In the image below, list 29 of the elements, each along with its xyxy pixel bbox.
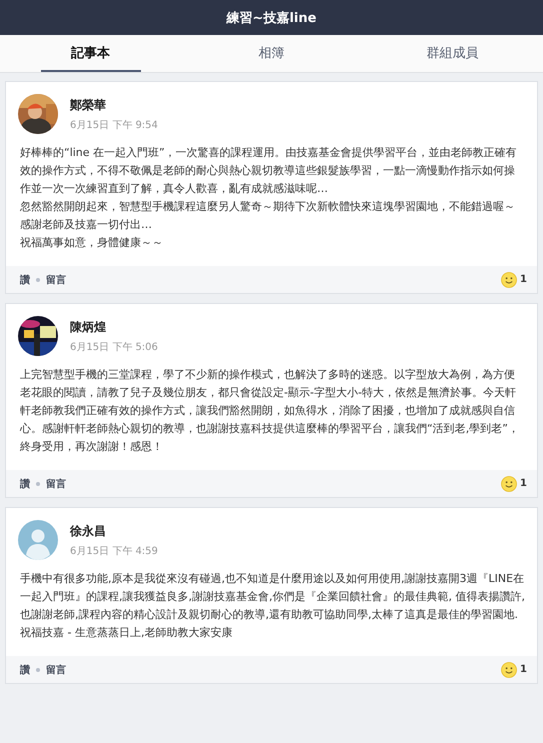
tab[interactable]: 相簿	[222, 35, 322, 72]
comment-link[interactable]: 留言	[46, 662, 66, 676]
post-time: 6月15日 下午 9:54	[70, 119, 158, 132]
avatar-icon	[18, 520, 58, 560]
post-text: 祝福萬事如意，身體健康～～	[20, 235, 164, 251]
reaction-count: 1	[520, 664, 527, 675]
post-time: 6月15日 下午 4:59	[70, 545, 158, 558]
tab[interactable]: 記事本	[40, 35, 140, 72]
post-text: 手機中有很多功能,原本是我從來沒有碰過,也不知道是什麼用途以及如何用使用,謝謝技嘉開3週『LINE在一起入門班』的課程,讓我獲益良多,謝謝技嘉基金會,你們是『企業回饋社會』的最佳典範, 值得表揚讚許,也謝謝老師,課程內容的精心設計及親切耐心的教導,還有助教可協助同學,太棒了這真是最佳的學習園地. 祝福技嘉 - 生意蒸蒸日上,老師助教大家安康	[20, 571, 525, 641]
post-text: 忽然豁然開朗起來，智慧型手機課程這麼另人驚奇～期待下次新軟體快來這塊學習園地，不能錯過喔～	[20, 199, 516, 215]
post-text: 感謝老師及技嘉一切付出…	[20, 217, 153, 233]
smiley-icon	[501, 662, 518, 678]
like-link[interactable]: 讚	[20, 662, 30, 676]
smiley-icon	[501, 272, 518, 288]
group-title: 練習~技嘉line	[226, 10, 316, 26]
like-link[interactable]: 讚	[20, 476, 30, 490]
tab[interactable]: 群組成員	[402, 35, 502, 72]
comment-link[interactable]: 留言	[46, 272, 66, 286]
reaction-count: 1	[520, 274, 527, 285]
post-time: 6月15日 下午 5:06	[70, 341, 158, 354]
like-link[interactable]: 讚	[20, 272, 30, 286]
post-text: 上完智慧型手機的三堂課程，學了不少新的操作模式，也解決了多時的迷惑。以字型放大為例，為方便老花眼的閱讀，請教了兒子及幾位朋友，都只會從設定-顯示-字型大小-特大，依然是無濟於事。今天軒軒老師教我們正確有效的操作方式，讓我們豁然開朗，如魚得水，消除了困擾，也增加了成就感與自信心。感謝軒軒老師熱心親切的教導，也謝謝技嘉科技提供這麼棒的學習平台，讓我們“活到老,學到老”，終身受用，再次謝謝！感恩！	[20, 367, 520, 455]
author-name: 陳炳煌	[70, 319, 107, 336]
reaction-count: 1	[520, 478, 527, 489]
author-name: 鄭榮華	[70, 97, 107, 114]
smiley-icon	[501, 476, 518, 492]
comment-link[interactable]: 留言	[46, 476, 66, 490]
post-text: 好棒棒的“line 在一起入門班”，一次驚喜的課程運用。由技嘉基金會提供學習平台，並由老師教正確有效的操作方式，不得不敬佩是老師的耐心與熱心親切教導這些銀髮族學習，一點一滴慢動作指示如何操作並一次一次練習直到了解，真令人歡喜，亂有成就感滋味呢…	[20, 145, 518, 197]
author-name: 徐永昌	[70, 523, 107, 540]
